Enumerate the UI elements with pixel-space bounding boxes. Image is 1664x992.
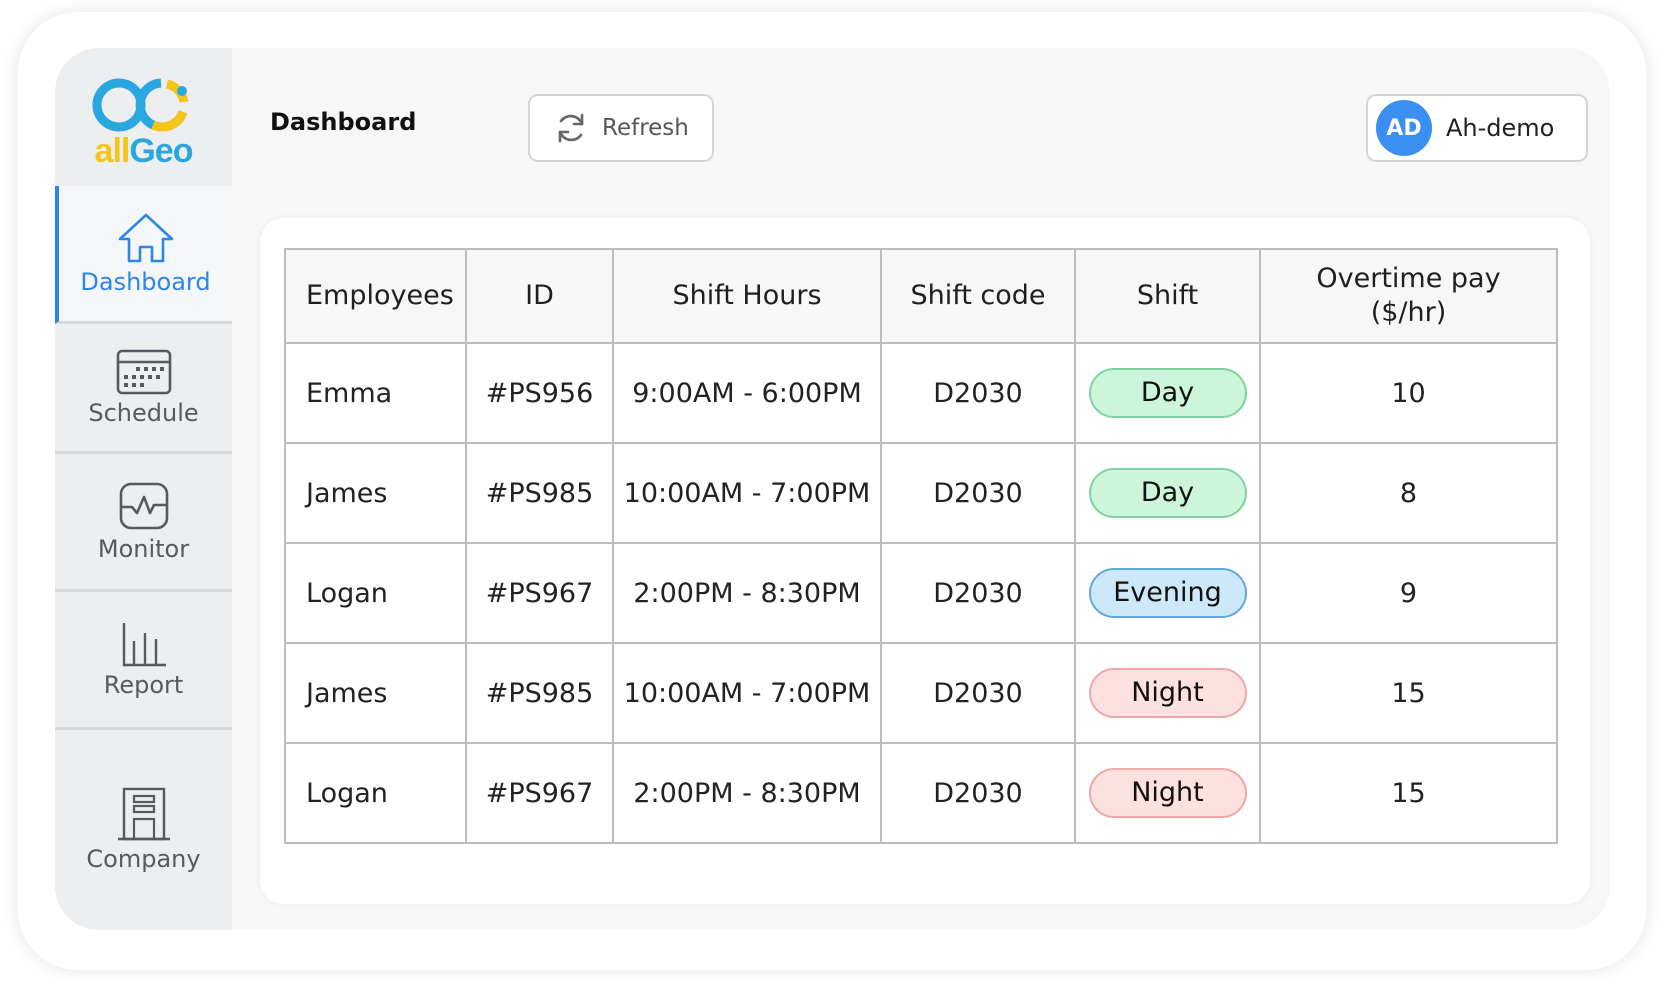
overtime-header-line1: Overtime pay (1316, 263, 1501, 295)
logo-wordmark: allGeo (94, 131, 194, 170)
refresh-button[interactable]: Refresh (528, 94, 714, 162)
sidebar-item-dashboard[interactable]: Dashboard (55, 186, 232, 324)
shift-badge: Day (1088, 468, 1247, 518)
home-icon (118, 213, 173, 262)
cell-shift-code: D2030 (880, 642, 1076, 744)
cell-id: #PS967 (465, 742, 614, 844)
column-header-overtime-pay[interactable]: Overtime pay ($/hr) (1259, 248, 1558, 344)
cell-shift: Day (1074, 442, 1261, 544)
cell-shift-hours: 10:00AM - 7:00PM (612, 642, 882, 744)
cell-shift-code: D2030 (880, 342, 1076, 444)
cell-shift-code: D2030 (880, 542, 1076, 644)
sidebar-item-report[interactable]: Report (55, 592, 232, 730)
sidebar-item-label: Company (86, 845, 201, 873)
cell-id: #PS967 (465, 542, 614, 644)
sidebar-item-label: Report (103, 670, 184, 699)
column-header-id[interactable]: ID (465, 248, 614, 344)
cell-shift: Evening (1074, 542, 1261, 644)
sidebar-item-label: Monitor (97, 534, 190, 563)
refresh-icon (558, 113, 584, 143)
cell-overtime-pay: 15 (1259, 742, 1558, 844)
cell-overtime-pay: 15 (1259, 642, 1558, 744)
cell-shift: Night (1074, 642, 1261, 744)
sidebar-item-monitor[interactable]: Monitor (55, 454, 232, 592)
table-body: Emma #PS956 9:00AM - 6:00PM D2030 Day 10… (284, 342, 1558, 844)
cell-id: #PS956 (465, 342, 614, 444)
cell-employee: Emma (284, 342, 467, 444)
cell-overtime-pay: 10 (1259, 342, 1558, 444)
sidebar-item-label: Dashboard (80, 267, 211, 296)
cell-shift-code: D2030 (880, 442, 1076, 544)
employee-shift-table: Employees ID Shift Hours Shift code Shif… (284, 248, 1558, 844)
table-row[interactable]: Logan #PS967 2:00PM - 8:30PM D2030 Eveni… (284, 542, 1558, 644)
column-header-employees[interactable]: Employees (284, 248, 467, 344)
refresh-label: Refresh (602, 115, 689, 141)
avatar: AD (1376, 100, 1432, 156)
cell-shift-code: D2030 (880, 742, 1076, 844)
column-header-shift[interactable]: Shift (1074, 248, 1261, 344)
pulse-monitor-icon (119, 482, 168, 529)
shift-badge: Night (1088, 768, 1247, 818)
cell-shift-hours: 2:00PM - 8:30PM (612, 742, 882, 844)
user-name: Ah-demo (1446, 114, 1555, 142)
cell-shift-hours: 10:00AM - 7:00PM (612, 442, 882, 544)
table-row[interactable]: Logan #PS967 2:00PM - 8:30PM D2030 Night… (284, 742, 1558, 844)
shift-table-card: Employees ID Shift Hours Shift code Shif… (260, 218, 1590, 904)
building-icon (117, 787, 170, 841)
table-header-row: Employees ID Shift Hours Shift code Shif… (284, 248, 1558, 344)
cell-shift: Night (1074, 742, 1261, 844)
page-title: Dashboard (270, 108, 417, 136)
cell-employee: Logan (284, 542, 467, 644)
sidebar-item-label: Schedule (88, 398, 199, 427)
column-header-shift-code[interactable]: Shift code (880, 248, 1076, 344)
cell-overtime-pay: 9 (1259, 542, 1558, 644)
cell-employee: James (284, 442, 467, 544)
app-window: allGeo Dashboard Schedule Monitor Report… (55, 48, 1610, 930)
sidebar-item-company[interactable]: Company (55, 730, 232, 930)
cell-employee: Logan (284, 742, 467, 844)
allgeo-logo[interactable]: allGeo (55, 48, 232, 196)
cell-id: #PS985 (465, 642, 614, 744)
cell-employee: James (284, 642, 467, 744)
cell-shift-hours: 9:00AM - 6:00PM (612, 342, 882, 444)
cell-id: #PS985 (465, 442, 614, 544)
shift-badge: Day (1088, 368, 1247, 418)
cell-shift: Day (1074, 342, 1261, 444)
sidebar-item-schedule[interactable]: Schedule (55, 324, 232, 454)
cell-overtime-pay: 8 (1259, 442, 1558, 544)
calendar-icon (116, 349, 171, 394)
table-row[interactable]: James #PS985 10:00AM - 7:00PM D2030 Nigh… (284, 642, 1558, 744)
overtime-header-line2: ($/hr) (1370, 297, 1447, 328)
bar-chart-icon (122, 622, 166, 666)
shift-badge: Night (1088, 668, 1247, 718)
shift-badge: Evening (1088, 568, 1247, 618)
sidebar: allGeo Dashboard Schedule Monitor Report… (55, 48, 232, 930)
table-row[interactable]: James #PS985 10:00AM - 7:00PM D2030 Day … (284, 442, 1558, 544)
top-bar: Dashboard Refresh AD Ah-demo (232, 48, 1610, 196)
column-header-shift-hours[interactable]: Shift Hours (612, 248, 882, 344)
cell-shift-hours: 2:00PM - 8:30PM (612, 542, 882, 644)
user-menu-button[interactable]: AD Ah-demo (1366, 94, 1588, 162)
allgeo-logo-icon (92, 78, 188, 131)
table-row[interactable]: Emma #PS956 9:00AM - 6:00PM D2030 Day 10 (284, 342, 1558, 444)
